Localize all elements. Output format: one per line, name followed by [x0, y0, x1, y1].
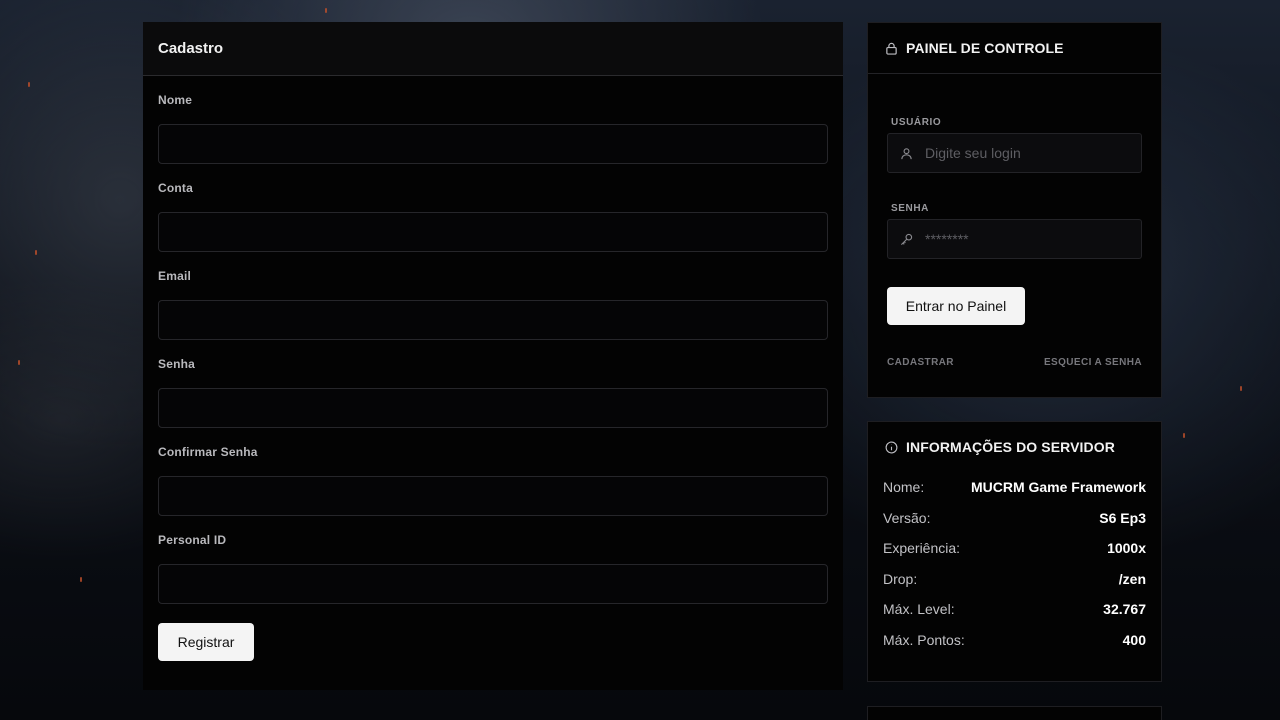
info-value: MUCRM Game Framework: [970, 479, 1146, 496]
ember-decoration: [18, 360, 20, 365]
register-header: Cadastro: [143, 22, 843, 76]
key-icon: [900, 233, 913, 246]
email-field[interactable]: [158, 300, 828, 340]
info-value: 1000x: [1107, 540, 1146, 557]
server-info-header: INFORMAÇÕES DO SERVIDOR: [868, 422, 1161, 472]
confirm-password-field[interactable]: [158, 476, 828, 516]
info-row-drop: Drop: /zen: [883, 564, 1146, 595]
user-icon: [900, 147, 913, 160]
confirm-password-label: Confirmar Senha: [158, 445, 258, 459]
login-button[interactable]: Entrar no Painel: [887, 287, 1025, 325]
ember-decoration: [35, 250, 37, 255]
control-panel-title: PAINEL DE CONTROLE: [906, 40, 1064, 56]
server-info-panel: INFORMAÇÕES DO SERVIDOR Nome: MUCRM Game…: [867, 421, 1162, 682]
account-field[interactable]: [158, 212, 828, 252]
name-field[interactable]: [158, 124, 828, 164]
info-row-name: Nome: MUCRM Game Framework: [883, 472, 1146, 503]
info-icon: [885, 441, 898, 454]
password-input-wrapper: [887, 219, 1142, 259]
email-label: Email: [158, 269, 192, 283]
next-panel-edge: [867, 706, 1162, 720]
register-button[interactable]: Registrar: [158, 623, 254, 661]
info-row-version: Versão: S6 Ep3: [883, 503, 1146, 534]
server-info-title: INFORMAÇÕES DO SERVIDOR: [906, 439, 1115, 455]
server-info-list: Nome: MUCRM Game Framework Versão: S6 Ep…: [868, 472, 1161, 655]
password-label: Senha: [158, 357, 196, 371]
login-form: USUÁRIO SENHA Entrar no Painel CADAS: [868, 117, 1161, 368]
account-label: Conta: [158, 181, 193, 195]
info-key: Drop:: [883, 570, 918, 587]
ember-decoration: [1183, 433, 1185, 438]
username-input[interactable]: [925, 134, 1135, 172]
info-row-experience: Experiência: 1000x: [883, 533, 1146, 564]
ember-decoration: [28, 82, 30, 87]
personal-id-field[interactable]: [158, 564, 828, 604]
name-label: Nome: [158, 93, 193, 107]
password-label: SENHA: [891, 203, 930, 214]
register-panel: Cadastro Nome Conta Email Senha Confirma…: [143, 22, 843, 690]
info-key: Nome:: [883, 479, 925, 496]
info-key: Versão:: [883, 509, 931, 526]
login-links: CADASTRAR ESQUECI A SENHA: [887, 357, 1142, 368]
ember-decoration: [325, 8, 327, 13]
register-link[interactable]: CADASTRAR: [887, 357, 954, 368]
forgot-password-link[interactable]: ESQUECI A SENHA: [1044, 357, 1142, 368]
username-label: USUÁRIO: [891, 117, 942, 128]
info-row-max-points: Máx. Pontos: 400: [883, 625, 1146, 656]
info-key: Experiência:: [883, 540, 961, 557]
password-field[interactable]: [158, 388, 828, 428]
ember-decoration: [80, 577, 82, 582]
ember-decoration: [1240, 386, 1242, 391]
control-panel: PAINEL DE CONTROLE USUÁRIO SENHA Entra: [867, 22, 1162, 398]
lock-icon: [885, 42, 898, 55]
register-title: Cadastro: [158, 40, 224, 57]
info-key: Máx. Pontos:: [883, 631, 965, 648]
password-input[interactable]: [925, 220, 1135, 258]
username-input-wrapper: [887, 133, 1142, 173]
register-form: Nome Conta Email Senha Confirmar Senha P…: [143, 93, 843, 661]
info-row-max-level: Máx. Level: 32.767: [883, 594, 1146, 625]
info-value: S6 Ep3: [1099, 509, 1146, 526]
info-key: Máx. Level:: [883, 601, 955, 618]
info-value: 32.767: [1103, 601, 1146, 618]
control-panel-header: PAINEL DE CONTROLE: [868, 23, 1161, 74]
info-value: 400: [1122, 631, 1146, 648]
personal-id-label: Personal ID: [158, 533, 227, 547]
info-value: /zen: [1118, 570, 1146, 587]
